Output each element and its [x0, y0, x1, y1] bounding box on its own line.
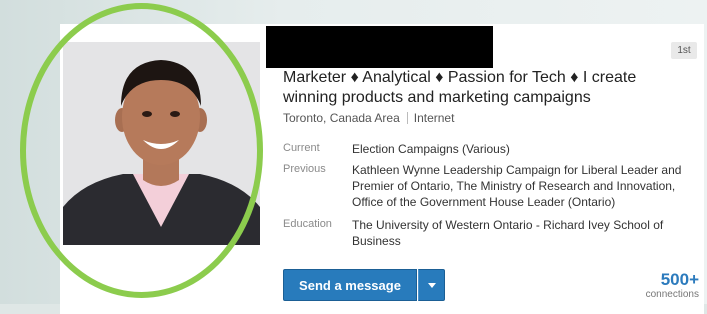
profile-headline: Marketer ♦ Analytical ♦ Passion for Tech…: [283, 69, 637, 106]
name-redaction-bar: [266, 26, 493, 68]
send-message-button[interactable]: Send a message: [283, 269, 417, 301]
industry-text[interactable]: Internet: [414, 111, 455, 125]
highlight-circle-annotation: [20, 3, 263, 298]
caret-down-icon: [428, 283, 436, 288]
previous-label: Previous: [283, 163, 326, 175]
connections-count[interactable]: 500+: [619, 270, 699, 290]
location-text[interactable]: Toronto, Canada Area: [283, 111, 400, 125]
education-value[interactable]: The University of Western Ontario - Rich…: [352, 217, 692, 249]
connection-degree-badge: 1st: [671, 42, 697, 59]
education-label: Education: [283, 218, 332, 230]
current-label: Current: [283, 142, 320, 154]
profile-meta: Toronto, Canada Area Internet: [283, 111, 454, 125]
meta-divider: [406, 112, 408, 124]
connections-label: connections: [645, 289, 699, 300]
message-options-dropdown[interactable]: [418, 269, 445, 301]
previous-value[interactable]: Kathleen Wynne Leadership Campaign for L…: [352, 162, 692, 210]
current-value[interactable]: Election Campaigns (Various): [352, 141, 692, 157]
